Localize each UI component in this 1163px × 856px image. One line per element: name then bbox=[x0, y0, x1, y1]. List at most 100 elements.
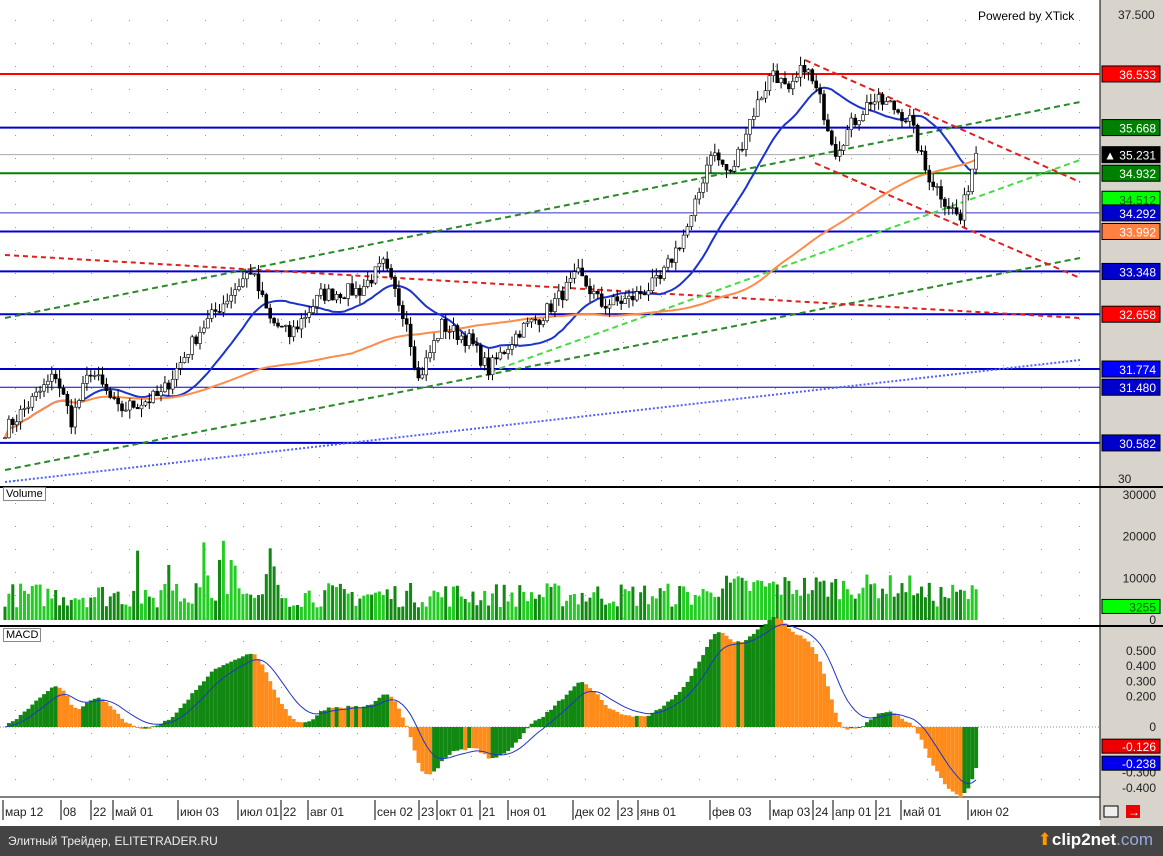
grid-dot bbox=[91, 20, 92, 21]
candle-body bbox=[529, 318, 534, 323]
grid-dot bbox=[357, 457, 358, 458]
volume-bar bbox=[611, 601, 615, 620]
grid-dot bbox=[509, 388, 510, 389]
grid-dot bbox=[15, 526, 16, 527]
grid-dot bbox=[319, 112, 320, 113]
grid-dot bbox=[357, 664, 358, 665]
grid-dot bbox=[319, 43, 320, 44]
grid-dot bbox=[15, 135, 16, 136]
grid-dot bbox=[319, 641, 320, 642]
grid-dot bbox=[775, 250, 776, 251]
grid-dot bbox=[1041, 457, 1042, 458]
grid-dot bbox=[547, 296, 548, 297]
candle-body bbox=[588, 285, 592, 295]
macd-bar bbox=[892, 713, 897, 727]
volume-bar bbox=[7, 593, 11, 620]
macd-bar bbox=[377, 697, 382, 727]
volume-bar bbox=[210, 597, 214, 620]
grid-dot bbox=[813, 457, 814, 458]
grid-dot bbox=[623, 135, 624, 136]
grid-dot bbox=[319, 549, 320, 550]
candle-body bbox=[697, 192, 702, 200]
grid-dot bbox=[1041, 227, 1042, 228]
grid-dot bbox=[1041, 503, 1042, 504]
grid-dot bbox=[813, 43, 814, 44]
grid-dot bbox=[585, 388, 586, 389]
grid-dot bbox=[585, 89, 586, 90]
grid-dot bbox=[319, 365, 320, 366]
date-tick-label: июн 02 bbox=[970, 805, 1009, 819]
candle-body bbox=[584, 275, 588, 287]
grid-dot bbox=[1041, 342, 1042, 343]
candle-body bbox=[861, 114, 865, 122]
grid-dot bbox=[243, 480, 244, 481]
grid-dot bbox=[547, 549, 548, 550]
grid-dot bbox=[699, 480, 700, 481]
volume-bar bbox=[951, 584, 955, 620]
grid-dot bbox=[205, 457, 206, 458]
volume-bar bbox=[608, 603, 611, 620]
grid-dot bbox=[927, 273, 928, 274]
macd-bar bbox=[553, 705, 557, 727]
grid-dot bbox=[737, 457, 738, 458]
macd-bar bbox=[389, 696, 394, 727]
grid-dot bbox=[813, 20, 814, 21]
volume-bar bbox=[740, 577, 744, 620]
candle-body bbox=[447, 331, 452, 333]
grid-dot bbox=[1079, 595, 1080, 596]
grid-dot bbox=[91, 457, 92, 458]
grid-dot bbox=[357, 273, 358, 274]
grid-dot bbox=[129, 572, 130, 573]
grid-dot bbox=[927, 66, 928, 67]
grid-dot bbox=[623, 112, 624, 113]
volume-bar bbox=[631, 586, 635, 620]
macd-bar bbox=[295, 722, 300, 727]
macd-bar bbox=[884, 712, 889, 727]
grid-dot bbox=[129, 319, 130, 320]
volume-bar bbox=[923, 597, 927, 620]
volume-bar bbox=[619, 584, 623, 620]
volume-bar bbox=[576, 604, 580, 620]
volume-bar bbox=[413, 602, 416, 620]
grid-dot bbox=[813, 779, 814, 780]
date-tick-label: июн 03 bbox=[180, 805, 219, 819]
volume-bar bbox=[689, 604, 693, 620]
grid-dot bbox=[927, 204, 928, 205]
volume-bar bbox=[467, 602, 471, 620]
grid-dot bbox=[813, 296, 814, 297]
candle-body bbox=[486, 357, 491, 376]
grid-dot bbox=[623, 457, 624, 458]
grid-dot bbox=[395, 250, 396, 251]
candle-body bbox=[510, 344, 514, 350]
grid-dot bbox=[129, 273, 130, 274]
macd-bar bbox=[42, 694, 46, 727]
macd-bar bbox=[81, 706, 85, 727]
macd-bar bbox=[139, 727, 144, 729]
macd-bar bbox=[837, 721, 842, 727]
grid-dot bbox=[927, 434, 928, 435]
volume-bar bbox=[338, 583, 342, 620]
macd-bar bbox=[217, 667, 222, 727]
grid-dot bbox=[1003, 181, 1004, 182]
candle-body bbox=[198, 331, 202, 344]
candle-body bbox=[104, 383, 109, 391]
macd-bar bbox=[268, 681, 273, 727]
grid-dot bbox=[433, 388, 434, 389]
macd-bar bbox=[958, 727, 963, 798]
grid-dot bbox=[851, 181, 852, 182]
grid-dot bbox=[1079, 89, 1080, 90]
grid-dot bbox=[1041, 296, 1042, 297]
grid-dot bbox=[775, 158, 776, 159]
grid-dot bbox=[281, 595, 282, 596]
grid-dot bbox=[167, 89, 168, 90]
chart-canvas[interactable]: 37.5003036.53335.668▲ 35.23134.93234.512… bbox=[0, 0, 1163, 826]
grid-dot bbox=[281, 158, 282, 159]
macd-bar bbox=[541, 716, 546, 727]
macd-bar bbox=[529, 723, 534, 727]
grid-dot bbox=[319, 779, 320, 780]
grid-dot bbox=[357, 572, 358, 573]
grid-dot bbox=[205, 66, 206, 67]
grid-dot bbox=[965, 296, 966, 297]
grid-dot bbox=[1003, 664, 1004, 665]
volume-bar bbox=[514, 606, 518, 620]
